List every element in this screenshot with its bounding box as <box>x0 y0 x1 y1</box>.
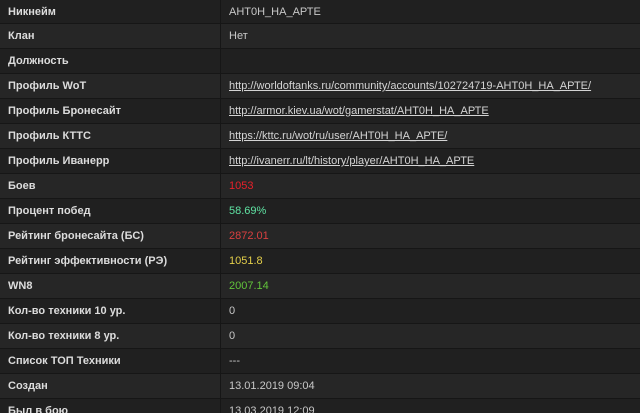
win-rate-label: Процент побед <box>0 198 221 224</box>
armor-rating-label: Рейтинг бронесайта (БС) <box>0 223 221 249</box>
armor-profile-link[interactable]: http://armor.kiev.ua/wot/gamerstat/АНТ0Н… <box>229 105 489 117</box>
row-battles: Боев 1053 <box>0 173 640 199</box>
row-created: Создан 13.01.2019 09:04 <box>0 373 640 399</box>
tier10-count-value: 0 <box>220 298 640 324</box>
row-kttc-profile: Профиль КТТС https://kttc.ru/wot/ru/user… <box>0 123 640 149</box>
nickname-label: Никнейм <box>0 0 221 24</box>
row-position: Должность <box>0 48 640 74</box>
efficiency-rating-value: 1051.8 <box>220 248 640 274</box>
efficiency-rating-label: Рейтинг эффективности (РЭ) <box>0 248 221 274</box>
row-tier10-count: Кол-во техники 10 ур. 0 <box>0 298 640 324</box>
armor-profile-label: Профиль Бронесайт <box>0 98 221 124</box>
wot-profile-link[interactable]: http://worldoftanks.ru/community/account… <box>229 80 591 92</box>
battles-value: 1053 <box>220 173 640 199</box>
top-tanks-label: Список ТОП Техники <box>0 348 221 374</box>
kttc-profile-link[interactable]: https://kttc.ru/wot/ru/user/АНТ0Н_НА_АРТ… <box>229 130 447 142</box>
created-label: Создан <box>0 373 221 399</box>
top-tanks-value: --- <box>220 348 640 374</box>
created-value: 13.01.2019 09:04 <box>220 373 640 399</box>
row-wn8: WN8 2007.14 <box>0 273 640 299</box>
last-battle-value: 13.03.2019 12:09 <box>220 398 640 413</box>
wn8-label: WN8 <box>0 273 221 299</box>
last-battle-label: Был в бою <box>0 398 221 413</box>
row-top-tanks: Список ТОП Техники --- <box>0 348 640 374</box>
battles-label: Боев <box>0 173 221 199</box>
clan-value: Нет <box>220 23 640 49</box>
wot-profile-label: Профиль WoT <box>0 73 221 99</box>
row-wot-profile: Профиль WoT http://worldoftanks.ru/commu… <box>0 73 640 99</box>
row-nickname: Никнейм АНТ0Н_НА_АРТЕ <box>0 0 640 24</box>
row-armor-rating: Рейтинг бронесайта (БС) 2872.01 <box>0 223 640 249</box>
ivanerr-profile-link[interactable]: http://ivanerr.ru/lt/history/player/АНТ0… <box>229 155 474 167</box>
position-value <box>220 48 640 74</box>
clan-label: Клан <box>0 23 221 49</box>
player-profile-table: Никнейм АНТ0Н_НА_АРТЕ Клан Нет Должность… <box>0 0 640 413</box>
ivanerr-profile-label: Профиль Иванерр <box>0 148 221 174</box>
row-win-rate: Процент побед 58.69% <box>0 198 640 224</box>
wn8-value: 2007.14 <box>220 273 640 299</box>
tier8-count-value: 0 <box>220 323 640 349</box>
row-armor-profile: Профиль Бронесайт http://armor.kiev.ua/w… <box>0 98 640 124</box>
row-ivanerr-profile: Профиль Иванерр http://ivanerr.ru/lt/his… <box>0 148 640 174</box>
row-efficiency-rating: Рейтинг эффективности (РЭ) 1051.8 <box>0 248 640 274</box>
tier10-count-label: Кол-во техники 10 ур. <box>0 298 221 324</box>
armor-rating-value: 2872.01 <box>220 223 640 249</box>
position-label: Должность <box>0 48 221 74</box>
win-rate-value: 58.69% <box>220 198 640 224</box>
row-tier8-count: Кол-во техники 8 ур. 0 <box>0 323 640 349</box>
row-last-battle: Был в бою 13.03.2019 12:09 <box>0 398 640 413</box>
kttc-profile-label: Профиль КТТС <box>0 123 221 149</box>
tier8-count-label: Кол-во техники 8 ур. <box>0 323 221 349</box>
row-clan: Клан Нет <box>0 23 640 49</box>
nickname-value: АНТ0Н_НА_АРТЕ <box>220 0 640 24</box>
